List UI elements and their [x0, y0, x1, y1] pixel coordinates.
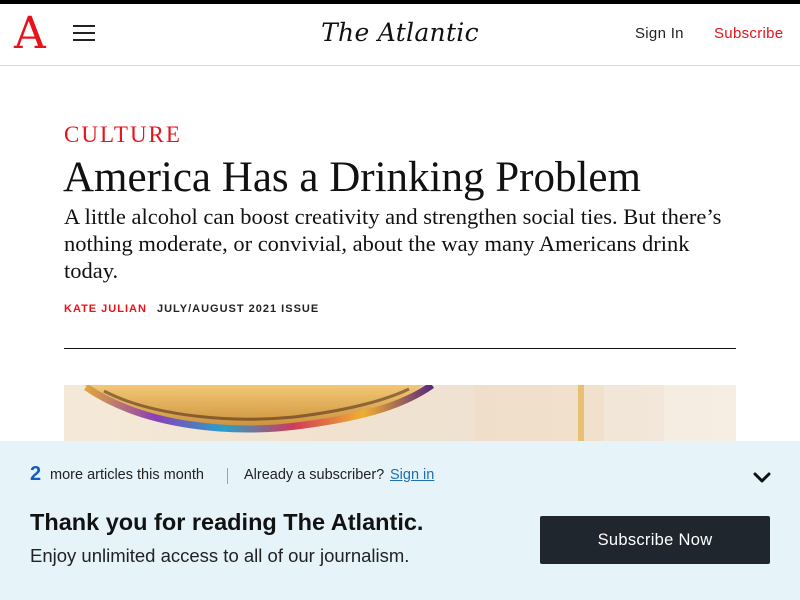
hero-image — [64, 385, 736, 445]
chevron-down-icon[interactable] — [752, 471, 772, 485]
banner-divider — [227, 468, 228, 484]
issue-label: JULY/AUGUST 2021 ISSUE — [156, 303, 320, 315]
subscribe-now-button[interactable]: Subscribe Now — [540, 516, 770, 564]
subscribe-link[interactable]: Subscribe — [714, 25, 783, 42]
thanks-heading: Thank you for reading The Atlantic. — [30, 509, 424, 535]
hero-image-graphic — [84, 385, 736, 445]
divider-rule — [64, 348, 736, 349]
article-headline: America Has a Drinking Problem — [63, 154, 641, 201]
article-count-label: more articles this month — [50, 467, 204, 483]
byline: KATE JULIAN JULY/AUGUST 2021 ISSUE — [64, 303, 319, 315]
article-dek: A little alcohol can boost creativity an… — [64, 204, 722, 283]
thanks-body: Enjoy unlimited access to all of our jou… — [30, 545, 410, 566]
section-label[interactable]: CULTURE — [64, 122, 182, 148]
banner-sign-in-link[interactable]: Sign in — [390, 467, 434, 483]
sign-in-link[interactable]: Sign In — [635, 25, 684, 42]
paywall-banner: 2 more articles this month Already a sub… — [0, 441, 800, 600]
site-header: A The Atlantic Sign In Subscribe — [0, 4, 800, 66]
article-count: 2 — [30, 463, 42, 485]
author-link[interactable]: KATE JULIAN — [64, 303, 147, 315]
already-subscriber-text: Already a subscriber? — [244, 467, 385, 483]
